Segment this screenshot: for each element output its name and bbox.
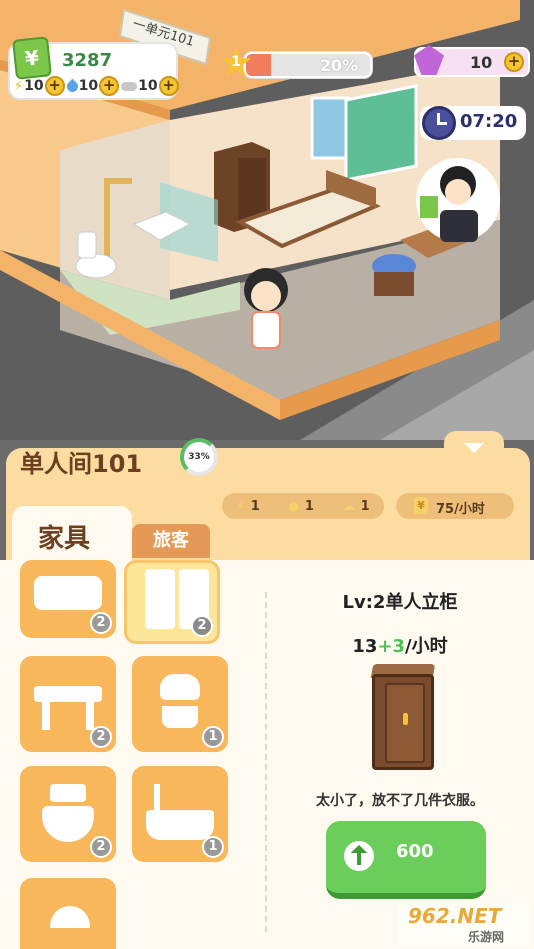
watermark-logo: 962.NET 乐游网 (398, 904, 530, 946)
furniture-detail-rate: 13+3/小时 (290, 632, 510, 658)
table-icon (34, 686, 102, 702)
tab-furniture-label: 家具 (38, 524, 91, 554)
gem-icon (414, 45, 444, 75)
furniture-level-badge: 1 (202, 726, 224, 748)
rate-unit: /小时 (405, 636, 448, 657)
tab-guests[interactable]: 旅客 (132, 524, 210, 558)
upgrade-cost: 600 (396, 841, 434, 862)
furniture-card-shower[interactable] (20, 878, 116, 949)
furniture-detail-title: Lv:2单人立柜 (342, 592, 458, 613)
resource-row: ⚡ 10 + 10 + 10 + (14, 76, 179, 96)
rate-bonus: +3 (377, 636, 406, 657)
water-drop-icon (64, 78, 80, 94)
furniture-card-plant[interactable]: 1 (132, 656, 228, 752)
rate-base: 13 (352, 636, 378, 657)
clock-icon (422, 106, 456, 140)
timer-value: 07:20 (460, 111, 518, 132)
toilet-icon (50, 784, 86, 802)
star-progress-bar: 20% (244, 52, 372, 78)
room-progress-ring: 33% (180, 438, 218, 476)
collapse-panel-button[interactable] (444, 431, 504, 461)
income-rate-value: 75/小时 (436, 502, 485, 517)
watermark-sub: 乐游网 (468, 930, 505, 944)
cloud-value: 10 (138, 78, 158, 94)
star-level: 1 (231, 54, 241, 70)
water-drop-icon: ● (288, 498, 299, 513)
upgrade-button[interactable]: 600 (326, 821, 486, 899)
stat-bolt-value: 1 (250, 498, 260, 514)
bolt-icon: ⚡ (14, 78, 24, 94)
bathtub-icon-tap (154, 784, 160, 810)
bolt-value: 10 (24, 78, 44, 94)
furniture-card-table[interactable]: 2 (20, 656, 116, 752)
toilet-icon-bowl (42, 806, 94, 842)
water-value: 10 (78, 78, 99, 94)
tab-furniture[interactable]: 家具 (12, 506, 132, 568)
timer-panel: 07:20 (420, 106, 526, 140)
divider (265, 592, 267, 932)
wardrobe-body (372, 674, 434, 770)
star-level-panel[interactable]: 20% ★ 1 (218, 43, 374, 83)
add-gem-button[interactable]: + (504, 52, 524, 72)
bed-icon (34, 576, 102, 610)
cash-icon: ¥ (414, 497, 428, 514)
cash-icon: ¥ (12, 36, 52, 80)
furniture-level-badge: 2 (90, 836, 112, 858)
bolt-icon: ⚡ (236, 498, 245, 513)
star-progress-label: 20% (319, 56, 358, 75)
furniture-card-bed[interactable]: 2 (20, 560, 116, 638)
plant-icon-pot (162, 706, 198, 728)
stat-bolt: ⚡ 1 (236, 499, 259, 514)
resource-cloud: 10 + (121, 76, 179, 96)
stat-water-value: 1 (304, 498, 314, 514)
room-stats: ⚡ 1 ● 1 ☁ 1 (222, 493, 384, 519)
game-scene[interactable]: 一单元101 ¥ 3287 ⚡ 10 + 10 + 10 + 20% ★ 1 1… (0, 0, 534, 440)
panel-header: 单人间101 33% ⚡ 1 ● 1 ☁ 1 ¥ 75/小时 家具 旅客 (6, 431, 530, 568)
wardrobe-preview-icon (370, 664, 436, 770)
furniture-level-badge: 1 (202, 836, 224, 858)
gem-value: 10 (470, 53, 493, 72)
add-cloud-button[interactable]: + (158, 76, 179, 96)
furniture-level-badge: 2 (191, 615, 213, 637)
furniture-card-bathtub[interactable]: 1 (132, 766, 228, 862)
stat-cloud-value: 1 (360, 498, 370, 514)
gem-panel: 10 + (414, 45, 530, 77)
furniture-description: 太小了，放不了几件衣服。 (316, 793, 484, 809)
shower-icon (50, 906, 90, 928)
watermark-main: 962.NET (408, 904, 502, 928)
table-icon-leg (86, 702, 94, 730)
room-panel: 单人间101 33% ⚡1 ●1 ☁1 ¥ 75/小时 家具 旅客 2 2 (0, 431, 534, 949)
cloud-icon: ☁ (342, 498, 355, 513)
furniture-level-badge: 2 (90, 612, 112, 634)
add-water-button[interactable]: + (99, 76, 120, 96)
bathtub-icon (146, 810, 214, 840)
panel-body: 2 2 2 1 2 1 Lv:2单人立柜 13+3/小时 太小了，放不了几件衣服… (0, 560, 534, 949)
currency-panel: ¥ 3287 ⚡ 10 + 10 + 10 + (8, 36, 179, 100)
table-icon-leg (42, 702, 50, 730)
resource-bolt: ⚡ 10 + (14, 76, 65, 96)
cloud-icon (121, 81, 138, 91)
wardrobe-knob (403, 713, 408, 725)
income-rate: ¥ 75/小时 (396, 493, 514, 519)
stat-cloud: ☁ 1 (343, 499, 370, 514)
stat-water: ● 1 (288, 499, 314, 514)
arrow-up-icon (344, 841, 374, 871)
resource-water: 10 + (64, 76, 120, 96)
plant-icon (160, 674, 200, 700)
wardrobe-icon (145, 569, 175, 629)
money-value: 3287 (62, 50, 113, 71)
furniture-card-wardrobe[interactable]: 2 (124, 560, 220, 644)
add-bolt-button[interactable]: + (44, 76, 65, 96)
furniture-card-toilet[interactable]: 2 (20, 766, 116, 862)
furniture-level-badge: 2 (90, 726, 112, 748)
room-title: 单人间101 (20, 450, 143, 478)
